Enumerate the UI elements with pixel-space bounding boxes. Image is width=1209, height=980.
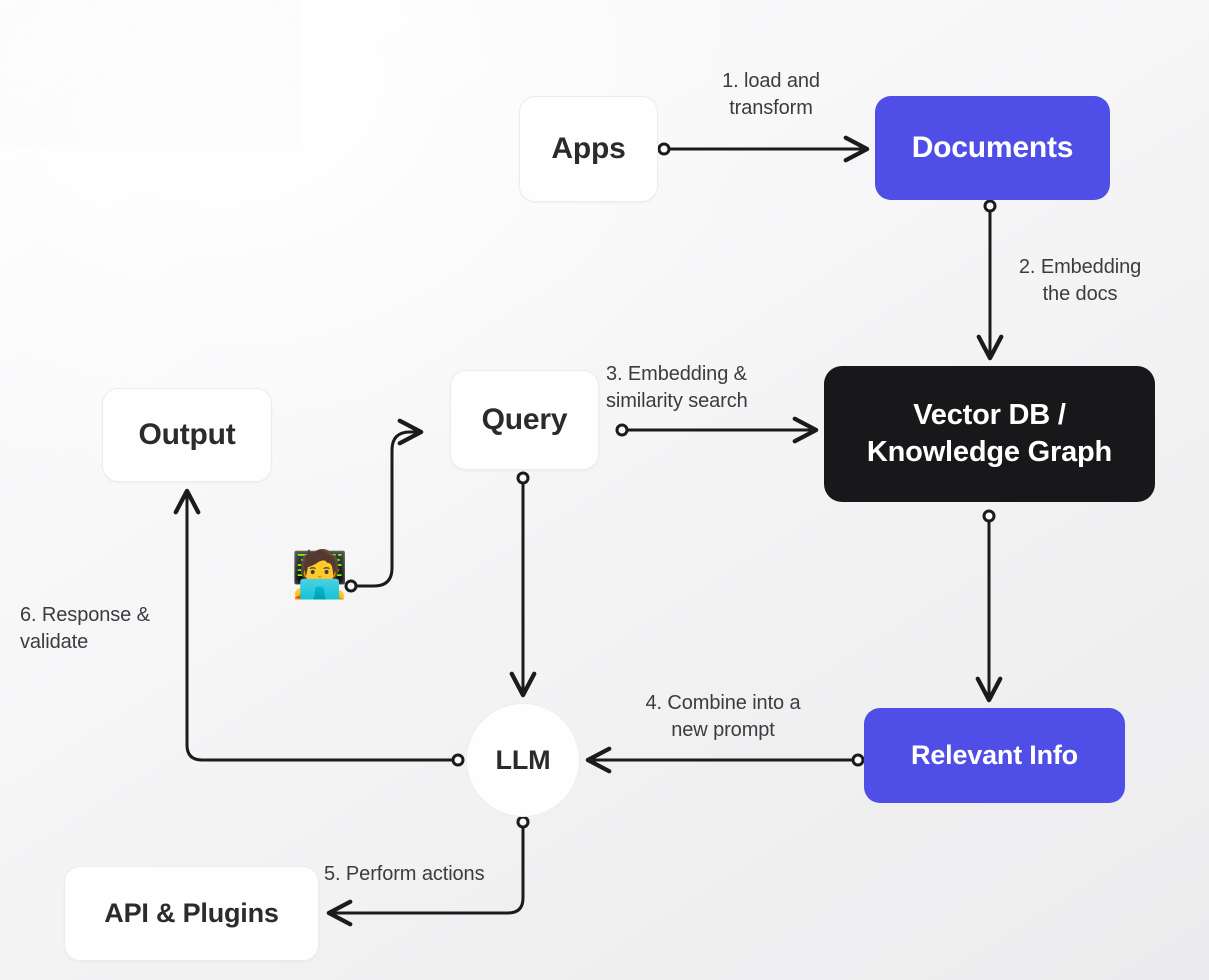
node-api-plugins-label: API & Plugins — [104, 898, 279, 928]
node-llm-label: LLM — [495, 744, 551, 775]
diagram-canvas: Apps Documents Vector DB / Knowledge Gra… — [0, 0, 1209, 980]
person-with-laptop-icon: 🧑‍💻 — [291, 548, 349, 600]
edge-label-step3: 3. Embedding & similarity search — [606, 363, 748, 412]
node-output-label: Output — [138, 418, 236, 451]
edge-label-step1: 1. load and transform — [722, 70, 820, 119]
edge-query-to-llm — [509, 471, 537, 698]
node-query-label: Query — [481, 403, 568, 436]
node-vector-db-label: Vector DB / Knowledge Graph — [866, 398, 1113, 468]
edge-vectordb-to-relevantinfo — [975, 509, 1003, 703]
node-query[interactable]: Query — [450, 370, 599, 470]
edge-query-to-vectordb — [615, 416, 819, 444]
node-apps[interactable]: Apps — [519, 96, 658, 202]
edge-llm-to-output — [173, 488, 465, 767]
node-relevant-info[interactable]: Relevant Info — [864, 708, 1125, 803]
node-api-plugins[interactable]: API & Plugins — [64, 866, 319, 961]
node-relevant-info-label: Relevant Info — [911, 740, 1078, 770]
node-documents-label: Documents — [911, 131, 1074, 164]
node-vector-db[interactable]: Vector DB / Knowledge Graph — [824, 366, 1155, 502]
edge-label-step2: 2. Embedding the docs — [1018, 256, 1142, 305]
node-output[interactable]: Output — [102, 388, 272, 482]
edge-apps-to-documents — [657, 135, 870, 163]
node-documents[interactable]: Documents — [875, 96, 1110, 200]
edge-relevantinfo-to-llm — [585, 746, 865, 774]
edge-user-to-query — [344, 418, 424, 593]
node-llm[interactable]: LLM — [466, 703, 580, 817]
node-apps-label: Apps — [551, 132, 626, 165]
edge-label-step5: 5. Perform actions — [324, 863, 485, 885]
edge-label-step6: 6. Response & validate — [20, 604, 150, 653]
edge-label-step4: 4. Combine into a new prompt — [645, 692, 801, 741]
